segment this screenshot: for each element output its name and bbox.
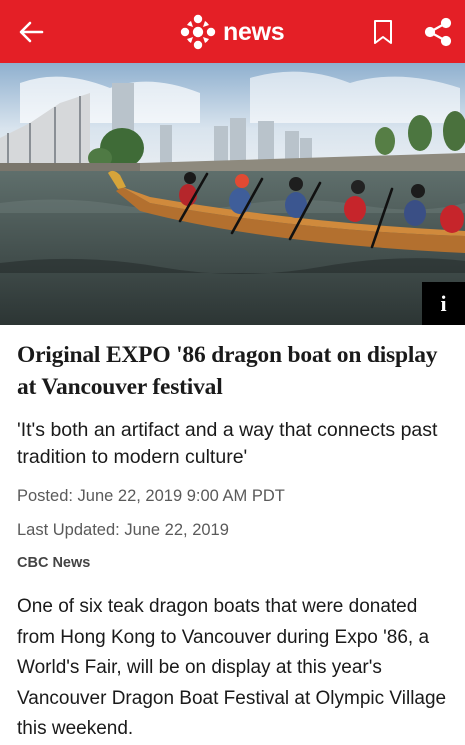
hero-image: i <box>0 63 465 325</box>
updated-timestamp: Last Updated: June 22, 2019 <box>17 521 229 539</box>
cbc-news-logo[interactable]: news <box>180 12 285 52</box>
share-icon[interactable] <box>424 17 452 47</box>
article-deck: 'It's both an artifact and a way that co… <box>17 419 438 468</box>
dragon-boat-photo <box>0 63 465 325</box>
bookmark-icon[interactable] <box>371 19 395 45</box>
image-info-button[interactable]: i <box>422 282 465 325</box>
article-headline: Original EXPO '86 dragon boat on display… <box>17 342 438 400</box>
app-header: news <box>0 0 465 63</box>
posted-timestamp: Posted: June 22, 2019 9:00 AM PDT <box>17 487 285 505</box>
brand-wordmark: news <box>223 17 285 46</box>
article-source: CBC News <box>17 555 91 571</box>
back-arrow-icon[interactable] <box>14 17 48 47</box>
article-body-paragraph: One of six teak dragon boats that were d… <box>17 596 447 739</box>
cbc-gem-logo <box>180 14 216 50</box>
